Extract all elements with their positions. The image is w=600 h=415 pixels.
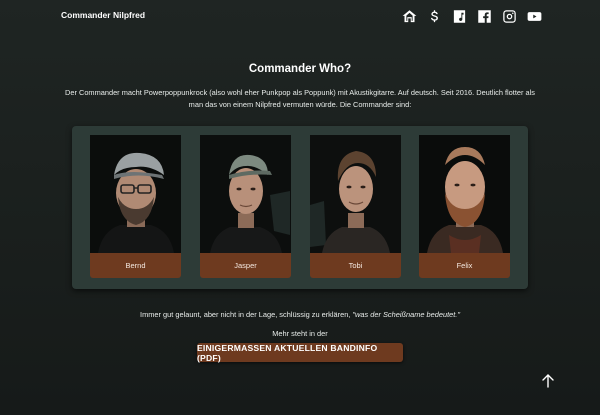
member-card-jasper[interactable]: Jasper xyxy=(200,135,291,278)
tagline-quote: "was der Scheißname bedeutet." xyxy=(352,310,460,319)
intro-line-1: Der Commander macht Powerpoppunkrock (al… xyxy=(65,88,535,97)
member-card-tobi[interactable]: Tobi xyxy=(310,135,401,278)
member-photo xyxy=(419,135,510,253)
top-navigation: Commander Nilpfred xyxy=(0,0,600,32)
intro-text: Der Commander macht Powerpoppunkrock (al… xyxy=(62,87,538,111)
member-photo xyxy=(310,135,401,253)
more-info-text: Mehr steht in der xyxy=(272,329,328,338)
section-title: Commander Who? xyxy=(248,63,352,75)
home-icon[interactable] xyxy=(401,8,417,24)
facebook-icon[interactable] xyxy=(476,8,492,24)
member-photo xyxy=(90,135,181,253)
tagline: Immer gut gelaunt, aber nicht in der Lag… xyxy=(0,310,600,319)
brand-link[interactable]: Commander Nilpfred xyxy=(61,10,145,20)
member-card-bernd[interactable]: Bernd xyxy=(90,135,181,278)
scroll-to-top-icon[interactable] xyxy=(540,373,556,389)
bandinfo-pdf-button[interactable]: EINIGERMASSEN AKTUELLEN BANDINFO (PDF) xyxy=(197,343,403,363)
member-name: Jasper xyxy=(200,253,291,278)
youtube-icon[interactable] xyxy=(526,8,542,24)
intro-line-2: man das von einem Nilpfred vermuten würd… xyxy=(188,100,412,109)
member-photo xyxy=(200,135,291,253)
band-members-panel: Bernd Jasper Tobi Felix xyxy=(72,126,528,289)
member-name: Bernd xyxy=(90,253,181,278)
nav-icon-bar xyxy=(401,8,542,24)
member-name: Felix xyxy=(419,253,510,278)
member-card-felix[interactable]: Felix xyxy=(419,135,510,278)
member-name: Tobi xyxy=(310,253,401,278)
dollar-icon[interactable] xyxy=(426,8,442,24)
music-note-icon[interactable] xyxy=(451,8,467,24)
instagram-icon[interactable] xyxy=(501,8,517,24)
tagline-text: Immer gut gelaunt, aber nicht in der Lag… xyxy=(140,310,353,319)
